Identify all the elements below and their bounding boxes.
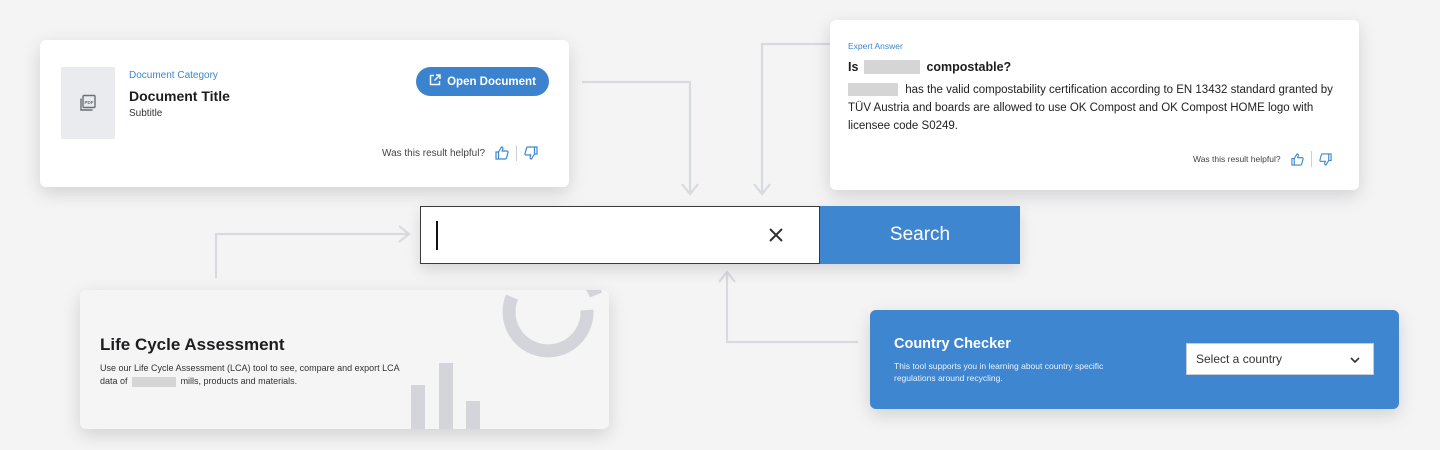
- lca-description: Use our Life Cycle Assessment (LCA) tool…: [100, 362, 400, 388]
- document-result-card: PDF Document Category Document Title Sub…: [40, 40, 569, 187]
- country-checker-title: Country Checker: [894, 336, 1011, 352]
- result-feedback: Was this result helpful?: [382, 145, 538, 161]
- expert-answer-label: Expert Answer: [848, 41, 903, 51]
- question-suffix: compostable?: [926, 60, 1012, 74]
- document-title[interactable]: Document Title: [129, 88, 230, 104]
- pdf-file-icon: PDF: [61, 67, 115, 139]
- document-subtitle: Subtitle: [129, 108, 163, 119]
- redacted-text: [864, 60, 921, 74]
- search-input[interactable]: [420, 206, 820, 264]
- expert-answer-body: has the valid compostability certificati…: [848, 81, 1348, 135]
- thumbs-up-icon[interactable]: [1290, 152, 1304, 166]
- country-checker-description: This tool supports you in learning about…: [894, 361, 1104, 383]
- search-bar: Search: [420, 206, 1020, 264]
- country-checker-card: Country Checker This tool supports you i…: [870, 310, 1399, 409]
- feedback-divider: [516, 145, 518, 161]
- external-link-icon: [429, 74, 441, 89]
- expert-question: Is compostable?: [848, 60, 1011, 74]
- document-category: Document Category: [129, 70, 218, 81]
- expert-answer-card: Expert Answer Is compostable? has the va…: [830, 20, 1359, 190]
- thumbs-down-icon[interactable]: [1318, 152, 1332, 166]
- lca-title: Life Cycle Assessment: [100, 335, 285, 354]
- question-prefix: Is: [848, 60, 859, 74]
- thumbs-down-icon[interactable]: [524, 146, 538, 160]
- country-select[interactable]: Select a country: [1186, 343, 1374, 375]
- chevron-down-icon: [1349, 354, 1361, 369]
- country-select-value: Select a country: [1196, 352, 1283, 366]
- chart-icon: [411, 290, 603, 429]
- answer-text: has the valid compostability certificati…: [848, 84, 1333, 132]
- close-icon[interactable]: [765, 224, 787, 246]
- feedback-divider: [1310, 151, 1312, 167]
- lca-tool-card[interactable]: Life Cycle Assessment Use our Life Cycle…: [80, 290, 609, 429]
- redacted-text: [848, 83, 898, 97]
- search-button[interactable]: Search: [820, 206, 1020, 264]
- thumbs-up-icon[interactable]: [495, 146, 509, 160]
- redacted-text: [132, 376, 177, 387]
- result-feedback: Was this result helpful?: [1193, 151, 1332, 167]
- open-document-label: Open Document: [447, 75, 536, 88]
- lca-description-part2: mills, products and materials.: [180, 376, 298, 386]
- feedback-question: Was this result helpful?: [1193, 154, 1281, 164]
- svg-text:PDF: PDF: [85, 100, 94, 105]
- text-cursor: [436, 221, 438, 250]
- feedback-question: Was this result helpful?: [382, 147, 486, 159]
- open-document-button[interactable]: Open Document: [416, 67, 549, 96]
